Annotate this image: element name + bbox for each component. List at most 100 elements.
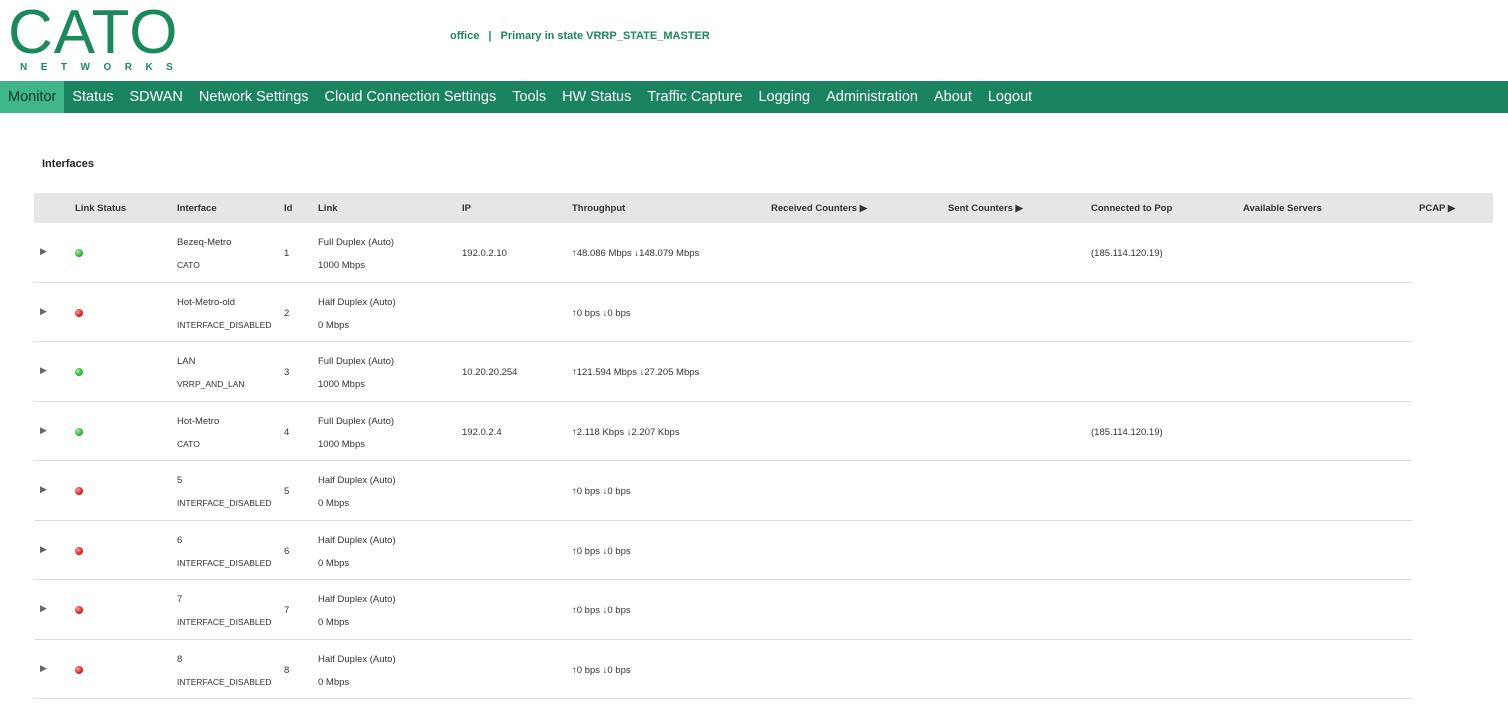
col-id: Id — [284, 203, 293, 214]
col-interface: Interface — [177, 203, 217, 214]
table-row: ▶ Bezeq-Metro CATO 1 Full Duplex (Auto) … — [34, 223, 1412, 283]
link-speed: 1000 Mbps — [318, 379, 366, 390]
expand-row-icon[interactable]: ▶ — [40, 603, 47, 614]
site-status: office | Primary in state VRRP_STATE_MAS… — [450, 30, 710, 42]
interface-id: 1 — [284, 248, 290, 259]
status-separator: | — [488, 30, 492, 42]
interface-role: VRRP_AND_LAN — [177, 379, 245, 389]
link-down-icon — [75, 308, 83, 317]
vrrp-state: Primary in state VRRP_STATE_MASTER — [500, 30, 710, 42]
table-row: ▶ Hot-Metro-old INTERFACE_DISABLED 2 Hal… — [34, 283, 1412, 342]
table-row: ▶ LAN VRRP_AND_LAN 3 Full Duplex (Auto) … — [34, 342, 1412, 402]
connected-pop: (185.114.120.19) — [1091, 426, 1163, 438]
interface-name: Hot-Metro — [177, 415, 220, 427]
link-duplex: Full Duplex (Auto) — [318, 237, 395, 248]
link-duplex: Half Duplex (Auto) — [318, 475, 396, 486]
nav-logout[interactable]: Logout — [980, 81, 1040, 113]
expand-row-icon[interactable]: ▶ — [40, 425, 47, 436]
col-ip: IP — [462, 203, 471, 214]
interface-id: 5 — [284, 486, 290, 497]
throughput: ↑0 bps ↓0 bps — [572, 605, 631, 616]
link-speed: 1000 Mbps — [318, 260, 366, 271]
link-speed: 0 Mbps — [318, 676, 350, 688]
link-down-icon — [75, 606, 83, 614]
link-up-icon — [75, 249, 83, 257]
col-sent-counters[interactable]: Sent Counters ▶ — [948, 193, 1023, 225]
link-speed: 0 Mbps — [318, 617, 350, 628]
interface-role: INTERFACE_DISABLED — [177, 498, 272, 508]
interface-role: INTERFACE_DISABLED — [177, 319, 272, 330]
interface-role: INTERFACE_DISABLED — [177, 676, 272, 687]
section-title: Interfaces — [42, 158, 94, 170]
link-speed: 0 Mbps — [318, 319, 350, 331]
link-up-icon — [75, 427, 83, 436]
interface-name: LAN — [177, 356, 196, 367]
link-duplex: Half Duplex (Auto) — [318, 296, 396, 308]
table-row: ▶ 8 INTERFACE_DISABLED 8 Half Duplex (Au… — [34, 640, 1412, 699]
throughput: ↑121.594 Mbps ↓27.205 Mbps — [572, 367, 700, 378]
expand-row-icon[interactable]: ▶ — [40, 365, 47, 376]
nav-cloud-connection-settings[interactable]: Cloud Connection Settings — [317, 81, 505, 113]
cato-logo[interactable]: CATO NETWORKS — [8, 0, 187, 74]
expand-row-icon[interactable]: ▶ — [40, 246, 47, 257]
nav-traffic-capture[interactable]: Traffic Capture — [639, 81, 750, 113]
interface-ip: 10.20.20.254 — [462, 367, 518, 378]
throughput: ↑2.118 Kbps ↓2.207 Kbps — [572, 426, 680, 438]
interface-role: CATO — [177, 260, 200, 270]
interface-role: INTERFACE_DISABLED — [177, 617, 272, 627]
main-nav: Monitor Status SDWAN Network Settings Cl… — [0, 81, 1508, 113]
header: CATO NETWORKS office | Primary in state … — [0, 0, 1508, 81]
nav-monitor[interactable]: Monitor — [0, 81, 65, 113]
connected-pop: (185.114.120.19) — [1091, 248, 1163, 259]
interface-id: 8 — [284, 664, 290, 676]
table-row: ▶ 7 INTERFACE_DISABLED 7 Half Duplex (Au… — [34, 580, 1412, 640]
nav-administration[interactable]: Administration — [818, 81, 926, 113]
interface-id: 7 — [284, 605, 290, 616]
interface-name: Bezeq-Metro — [177, 237, 232, 248]
expand-row-icon[interactable]: ▶ — [40, 544, 47, 555]
link-duplex: Full Duplex (Auto) — [318, 415, 395, 427]
table-row: ▶ 5 INTERFACE_DISABLED 5 Half Duplex (Au… — [34, 461, 1412, 521]
col-link-status: Link Status — [75, 203, 127, 214]
link-down-icon — [75, 665, 83, 674]
nav-about[interactable]: About — [926, 81, 980, 113]
nav-status[interactable]: Status — [64, 81, 121, 113]
link-down-icon — [75, 546, 83, 555]
throughput: ↑0 bps ↓0 bps — [572, 307, 631, 319]
table-row: ▶ 6 INTERFACE_DISABLED 6 Half Duplex (Au… — [34, 521, 1412, 580]
site-name: office — [450, 30, 480, 42]
interface-name: 8 — [177, 653, 183, 665]
expand-row-icon[interactable]: ▶ — [40, 306, 47, 317]
expand-row-icon[interactable]: ▶ — [40, 663, 47, 674]
col-connected-to-pop: Connected to Pop — [1091, 203, 1173, 214]
nav-logging[interactable]: Logging — [750, 81, 818, 113]
throughput: ↑48.086 Mbps ↓148.079 Mbps — [572, 248, 700, 259]
interfaces-table: Link Status Interface Id Link IP Through… — [34, 193, 1493, 699]
logo-subtitle: NETWORKS — [20, 62, 187, 73]
col-throughput: Throughput — [572, 203, 626, 214]
col-received-counters[interactable]: Received Counters ▶ — [771, 193, 867, 225]
interface-name: Hot-Metro-old — [177, 296, 236, 308]
interface-ip: 192.0.2.10 — [462, 248, 507, 259]
interface-id: 2 — [284, 307, 290, 319]
interface-name: 6 — [177, 534, 183, 546]
logo-wordmark: CATO — [8, 0, 179, 67]
link-duplex: Half Duplex (Auto) — [318, 534, 396, 546]
col-link: Link — [318, 203, 338, 214]
interface-role: CATO — [177, 438, 200, 449]
nav-network-settings[interactable]: Network Settings — [191, 81, 317, 113]
link-down-icon — [75, 487, 83, 495]
interface-name: 5 — [177, 475, 183, 486]
nav-hw-status[interactable]: HW Status — [554, 81, 639, 113]
link-speed: 1000 Mbps — [318, 438, 366, 450]
throughput: ↑0 bps ↓0 bps — [572, 486, 631, 497]
expand-row-icon[interactable]: ▶ — [40, 484, 47, 495]
table-row: ▶ Hot-Metro CATO 4 Full Duplex (Auto) 10… — [34, 402, 1412, 461]
table-header: Link Status Interface Id Link IP Through… — [34, 193, 1493, 223]
col-available-servers: Available Servers — [1243, 203, 1322, 214]
col-pcap[interactable]: PCAP ▶ — [1419, 193, 1455, 225]
nav-tools[interactable]: Tools — [504, 81, 554, 113]
nav-sdwan[interactable]: SDWAN — [121, 81, 190, 113]
interface-role: INTERFACE_DISABLED — [177, 557, 272, 568]
link-up-icon — [75, 368, 83, 376]
